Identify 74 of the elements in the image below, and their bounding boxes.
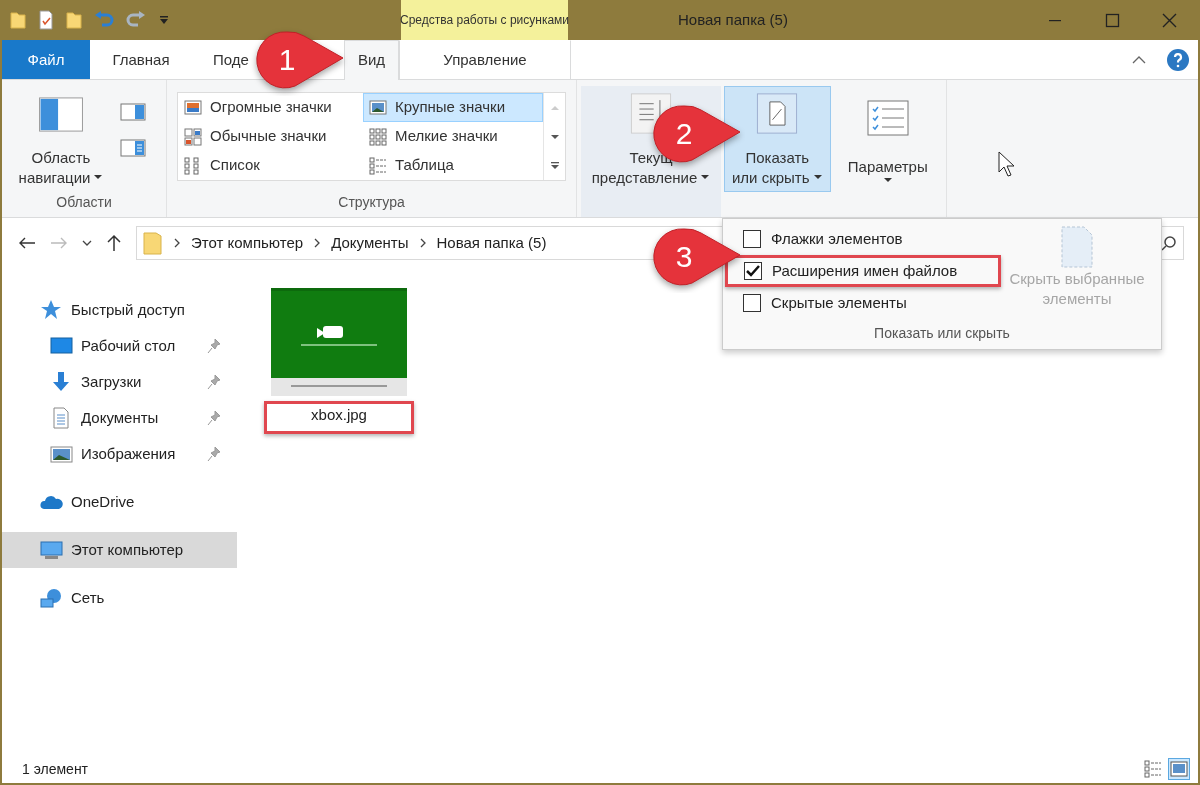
breadcrumb[interactable]: Документы xyxy=(331,231,409,255)
view-icon xyxy=(369,98,387,117)
folder-icon xyxy=(143,231,163,255)
view-icon xyxy=(184,156,202,175)
layout-option[interactable]: Обычные значки xyxy=(178,122,363,151)
chevron-right-icon xyxy=(313,238,322,248)
window-title: Новая папка (5) xyxy=(678,9,788,30)
ribbon-tab[interactable]: Вид xyxy=(344,40,399,80)
ribbon-tab[interactable]: Файл xyxy=(2,40,90,79)
chevron-right-icon xyxy=(418,238,427,248)
file-name[interactable]: xbox.jpg xyxy=(264,401,414,434)
breadcrumb[interactable]: Новая папка (5) xyxy=(436,231,547,255)
help-icon[interactable] xyxy=(1166,47,1190,72)
ribbon-tab[interactable]: Поде xyxy=(192,40,248,79)
document-check-icon[interactable] xyxy=(38,10,54,30)
preview-pane-icon[interactable] xyxy=(120,102,146,122)
maximize-button[interactable] xyxy=(1104,11,1121,29)
details-pane-icon[interactable] xyxy=(120,138,146,158)
folder-icon[interactable] xyxy=(10,10,26,30)
sidebar-item[interactable]: Рабочий стол xyxy=(2,328,237,364)
star-icon xyxy=(40,299,63,321)
item-count: 1 элемент xyxy=(22,759,89,779)
checklist-icon xyxy=(864,99,911,139)
checkmark-icon xyxy=(746,265,760,277)
document-icon xyxy=(1060,225,1094,269)
navigation-pane-icon xyxy=(38,95,84,134)
details-view-button[interactable] xyxy=(1142,758,1164,780)
caret-icon xyxy=(93,174,104,181)
menu-checkbox-item[interactable]: Расширения имен файлов xyxy=(725,255,1001,287)
desktop-icon xyxy=(50,335,73,357)
layout-option[interactable]: Список xyxy=(178,151,363,180)
caret-icon xyxy=(812,174,823,181)
sidebar-item[interactable]: Сеть xyxy=(2,580,237,616)
sidebar-item[interactable]: Документы xyxy=(2,400,237,436)
view-icon xyxy=(369,127,387,146)
view-icon xyxy=(184,127,202,146)
sidebar-item[interactable]: Загрузки xyxy=(2,364,237,400)
navigation-pane-button[interactable]: Область навигации xyxy=(6,86,116,192)
group-label: Структура xyxy=(338,193,405,212)
view-icon xyxy=(184,98,202,117)
options-button[interactable]: Параметры xyxy=(833,86,942,192)
group-label: Области xyxy=(55,193,113,212)
sidebar-item[interactable]: OneDrive xyxy=(2,484,237,520)
chevron-right-icon xyxy=(173,238,181,248)
close-button[interactable] xyxy=(1161,11,1178,29)
computer-icon xyxy=(40,539,63,561)
breadcrumb[interactable]: Этот компьютер xyxy=(191,231,304,255)
view-icon xyxy=(369,156,387,175)
show-hide-button[interactable]: Показать или скрыть xyxy=(724,86,831,192)
network-icon xyxy=(40,587,63,609)
dropdown-icon[interactable] xyxy=(158,14,170,26)
caret-icon xyxy=(882,176,893,183)
mouse-pointer-icon xyxy=(997,150,1017,178)
new-folder-icon[interactable] xyxy=(66,10,82,30)
large-icons-view-button[interactable] xyxy=(1168,758,1190,780)
sidebar-item[interactable]: Быстрый доступ xyxy=(2,292,237,328)
search-icon xyxy=(1161,235,1177,251)
caret-icon xyxy=(700,174,711,181)
layout-option[interactable]: Таблица xyxy=(363,151,543,180)
group-label: Показать или скрыть xyxy=(873,324,1011,343)
layout-option[interactable]: Огромные значки xyxy=(178,93,363,122)
expand-gallery-icon[interactable] xyxy=(549,161,560,170)
ribbon-tab[interactable]: Управление xyxy=(399,40,571,79)
pictures-icon xyxy=(50,443,73,465)
sidebar-item[interactable]: Изображения xyxy=(2,436,237,472)
collapse-ribbon-icon[interactable] xyxy=(1132,54,1146,65)
sidebar-item[interactable]: Этот компьютер xyxy=(2,532,237,568)
scroll-down-icon[interactable] xyxy=(549,132,560,141)
up-icon[interactable] xyxy=(106,234,122,252)
layout-option[interactable]: Мелкие значки xyxy=(363,122,543,151)
chevron-down-icon[interactable] xyxy=(82,239,92,247)
ribbon-tab[interactable]: Главная xyxy=(90,40,192,79)
back-icon[interactable] xyxy=(18,236,36,250)
layout-option[interactable]: Крупные значки xyxy=(363,93,543,122)
